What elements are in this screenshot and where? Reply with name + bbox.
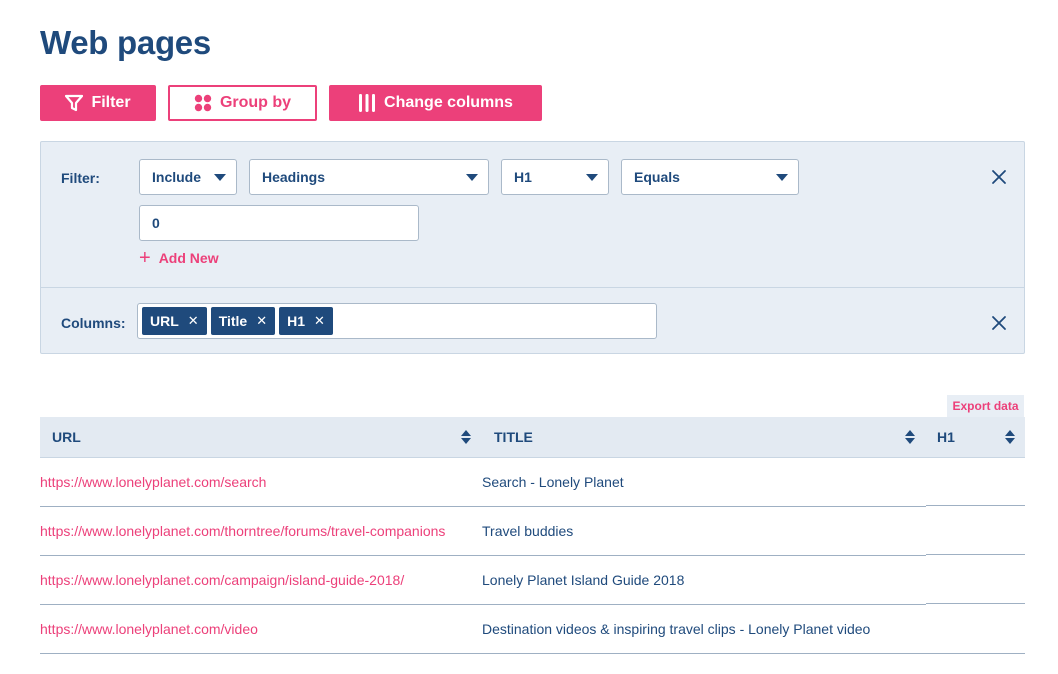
filter-label: Filter: [61,170,100,186]
column-header-h1[interactable]: H1 [937,417,955,457]
url-cell[interactable]: https://www.lonelyplanet.com/campaign/is… [40,556,404,604]
remove-tag-icon[interactable]: ✕ [188,313,199,329]
add-new-filter-link[interactable]: + Add New [139,247,219,269]
url-cell[interactable]: https://www.lonelyplanet.com/thorntree/f… [40,507,445,555]
subfield-select-value: H1 [514,169,532,185]
row-divider [926,505,1025,506]
subfield-select[interactable]: H1 [501,159,609,195]
title-cell: Travel buddies [482,523,574,539]
column-tag-label: URL [150,313,179,329]
grid-dots-icon [194,94,212,112]
filter-button[interactable]: Filter [40,85,156,121]
chevron-down-icon [776,174,788,181]
operator-select-value: Equals [634,169,680,185]
operator-select[interactable]: Equals [621,159,799,195]
title-cell: Destination videos & inspiring travel cl… [482,621,871,637]
field-select-value: Headings [262,169,326,185]
row-divider [926,554,1025,555]
title-cell: Search - Lonely Planet [482,474,624,490]
close-icon[interactable] [991,169,1007,185]
change-columns-button-label: Change columns [384,94,513,111]
columns-icon [359,94,376,112]
table-header: URL TITLE H1 [40,417,1025,458]
plus-icon: + [139,247,151,269]
title-cell: Lonely Planet Island Guide 2018 [482,572,685,588]
chevron-down-icon [214,174,226,181]
funnel-icon [65,94,84,112]
row-divider [926,603,1025,604]
chevron-down-icon [586,174,598,181]
filter-columns-panel: Filter: Include Headings H1 Equals 0 + A… [40,141,1025,354]
close-icon[interactable] [991,315,1007,331]
column-header-title[interactable]: TITLE [494,417,533,457]
group-by-button-label: Group by [219,94,292,111]
column-tag-title: Title ✕ [210,307,276,335]
include-select-value: Include [152,169,202,185]
column-tag-url: URL ✕ [142,307,207,335]
row-divider [40,653,1025,654]
sort-icon[interactable] [905,430,915,444]
panel-divider [41,287,1024,288]
change-columns-button[interactable]: Change columns [329,85,542,121]
filter-value-input[interactable]: 0 [139,205,419,241]
toolbar: Filter Group by Change columns [40,85,542,121]
column-tag-label: Title [218,313,248,329]
column-header-url[interactable]: URL [52,417,81,457]
remove-tag-icon[interactable]: ✕ [314,313,325,329]
columns-label: Columns: [61,315,126,331]
add-new-label: Add New [158,250,219,266]
sort-icon[interactable] [461,430,471,444]
url-cell[interactable]: https://www.lonelyplanet.com/search [40,458,266,506]
field-select[interactable]: Headings [249,159,489,195]
url-cell[interactable]: https://www.lonelyplanet.com/video [40,605,258,653]
column-tag-h1: H1 ✕ [279,307,333,335]
filter-button-label: Filter [91,94,131,111]
chevron-down-icon [466,174,478,181]
columns-tag-input[interactable]: URL ✕ Title ✕ H1 ✕ [137,303,657,339]
remove-tag-icon[interactable]: ✕ [256,313,267,329]
sort-icon[interactable] [1005,430,1015,444]
group-by-button[interactable]: Group by [168,85,317,121]
include-select[interactable]: Include [139,159,237,195]
column-tag-label: H1 [287,313,306,329]
page-title: Web pages [40,24,211,61]
export-data-button[interactable]: Export data [947,395,1024,417]
